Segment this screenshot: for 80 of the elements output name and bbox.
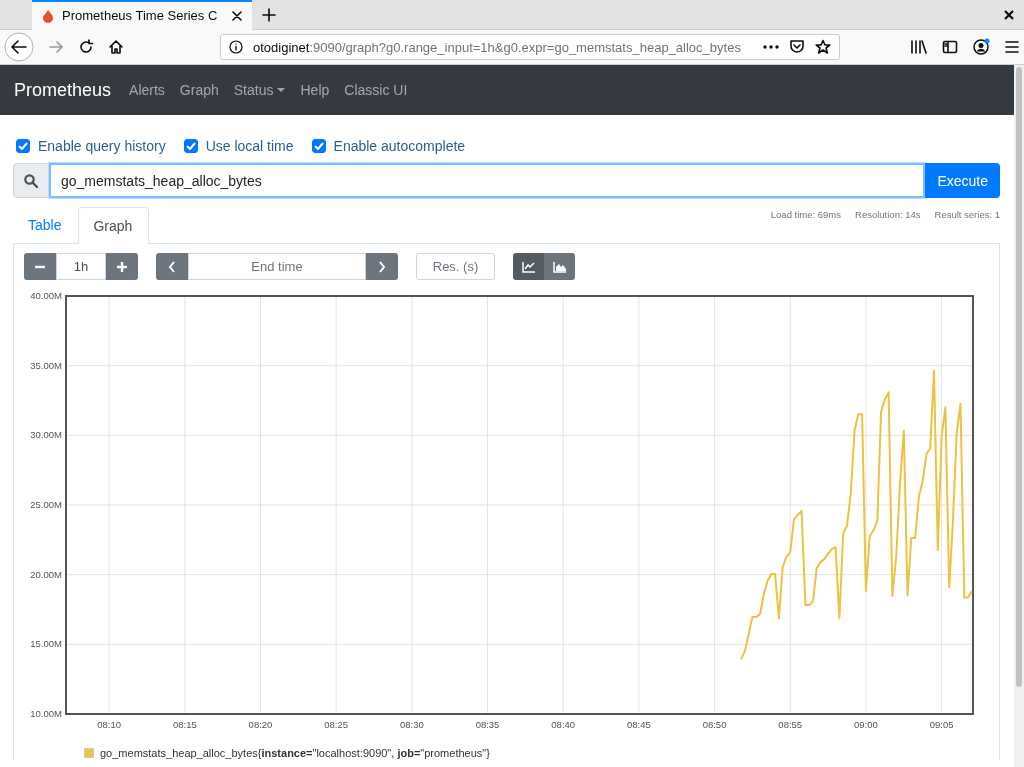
x-tick-label: 08:55	[778, 719, 803, 730]
nav-link[interactable]: Help	[300, 82, 330, 98]
x-tick-label: 08:25	[324, 719, 349, 730]
x-tick-label: 08:45	[627, 719, 651, 730]
more-icon[interactable]	[763, 45, 779, 49]
account-icon[interactable]	[972, 38, 990, 56]
star-icon[interactable]	[815, 39, 831, 55]
legend-label: go_memstats_heap_alloc_bytes{instance="localhost:9090", job="prometheus"}	[100, 747, 490, 759]
area-chart-icon	[552, 260, 567, 273]
nav-link[interactable]: Alerts	[129, 82, 165, 98]
x-tick-label: 08:15	[172, 719, 197, 730]
increase-range-button[interactable]	[106, 253, 138, 280]
checkbox[interactable]	[183, 139, 198, 153]
resolution-input[interactable]: Res. (s)	[416, 253, 495, 280]
next-time-button[interactable]	[366, 253, 398, 280]
chevron-right-icon	[378, 260, 386, 273]
decrease-range-button[interactable]	[24, 253, 56, 280]
y-tick-label: 15.00M	[30, 638, 62, 650]
address-bar[interactable]: otodiginet:9090/graph?g0.range_input=1h&g0.expr=go_memstats_heap_alloc_bytes	[220, 34, 840, 60]
check-icon	[18, 142, 28, 150]
previous-time-button[interactable]	[156, 253, 188, 280]
plus-icon[interactable]	[262, 7, 276, 22]
y-tick-label: 20.00M	[30, 568, 62, 580]
x-tick-label: 08:40	[551, 719, 576, 730]
check-icon	[313, 142, 324, 150]
line-chart-icon	[521, 260, 536, 273]
line-chart-button[interactable]	[513, 253, 544, 280]
close-icon[interactable]	[1004, 9, 1014, 20]
stat-text: Load time: 69ms	[770, 209, 842, 220]
menu-icon[interactable]	[1004, 40, 1020, 54]
checkbox[interactable]	[311, 139, 326, 153]
query-input[interactable]: go_memstats_heap_alloc_bytes	[49, 163, 926, 198]
x-tick-label: 08:20	[248, 719, 273, 730]
nav-link[interactable]: Status	[233, 82, 286, 98]
flame-icon	[42, 8, 54, 23]
nav-link[interactable]: Graph	[179, 82, 219, 98]
url-path: :9090/graph?g0.range_input=1h&g0.expr=go_memstats_heap_alloc_bytes	[309, 39, 741, 55]
pocket-icon[interactable]	[789, 39, 805, 55]
check-icon	[185, 142, 196, 150]
end-time-input[interactable]: End time	[188, 253, 366, 280]
search-icon	[24, 173, 38, 188]
y-tick-label: 35.00M	[30, 359, 62, 371]
stat-text: Resolution: 14s	[855, 209, 921, 220]
x-tick-label: 09:05	[929, 719, 954, 730]
scrollbar[interactable]	[1014, 65, 1024, 767]
nav-link[interactable]: Classic UI	[344, 82, 408, 98]
checkbox[interactable]	[16, 139, 30, 153]
y-tick-label: 10.00M	[30, 708, 62, 719]
y-tick-label: 40.00M	[30, 290, 62, 301]
browser-tab[interactable]: Prometheus Time Series C	[32, 0, 252, 30]
plus-icon	[116, 260, 128, 273]
option-label[interactable]: Enable autocomplete	[333, 138, 466, 154]
library-icon[interactable]	[910, 39, 928, 55]
forward-icon[interactable]	[48, 39, 64, 55]
range-input[interactable]: 1h	[56, 253, 106, 280]
stat-text: Result series: 1	[934, 209, 1000, 220]
y-tick-label: 25.00M	[30, 499, 62, 510]
x-tick-label: 08:50	[702, 719, 727, 730]
option-label[interactable]: Enable query history	[38, 138, 166, 154]
home-icon[interactable]	[108, 39, 124, 55]
close-icon[interactable]	[232, 10, 242, 21]
x-tick-label: 09:00	[854, 719, 878, 730]
stacked-chart-button[interactable]	[544, 253, 575, 280]
panel-tab[interactable]: Table	[13, 206, 79, 243]
legend-swatch	[84, 748, 94, 758]
back-icon[interactable]	[4, 32, 34, 62]
info-icon[interactable]	[229, 40, 243, 54]
option-label[interactable]: Use local time	[205, 138, 294, 154]
url-host: otodiginet	[253, 39, 310, 55]
reload-icon[interactable]	[78, 39, 94, 55]
execute-button[interactable]: Execute	[925, 163, 1000, 198]
x-tick-label: 08:35	[475, 719, 500, 730]
x-tick-label: 08:10	[97, 719, 122, 730]
tab-title: Prometheus Time Series C	[62, 8, 219, 23]
brand-link[interactable]: Prometheus	[14, 79, 112, 101]
chevron-left-icon	[168, 260, 176, 273]
y-tick-label: 30.00M	[30, 429, 62, 441]
x-tick-label: 08:30	[399, 719, 424, 730]
panel-tab[interactable]: Graph	[78, 207, 150, 244]
sidebar-icon[interactable]	[942, 39, 958, 55]
